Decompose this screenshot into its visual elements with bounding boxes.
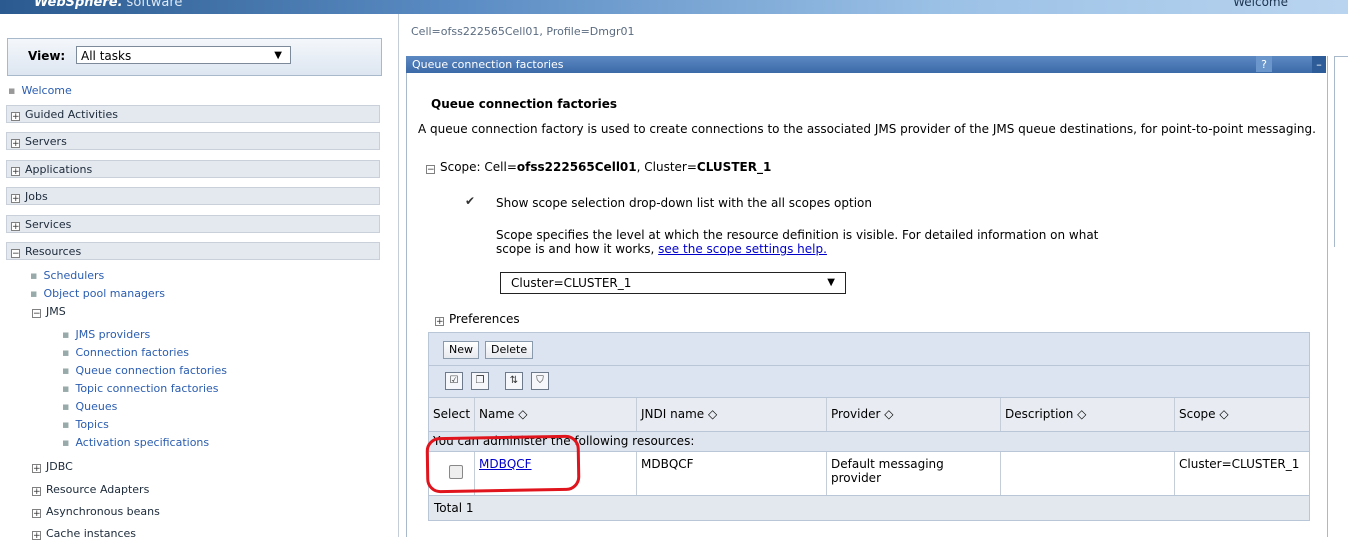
panel-title-bar: Queue connection factories ? – <box>406 56 1326 73</box>
dropdown-arrow-icon: ▼ <box>274 50 282 61</box>
expand-icon: + <box>11 194 20 204</box>
row-description <box>1001 452 1175 495</box>
nav-welcome-link[interactable]: ▪ Welcome <box>8 84 72 97</box>
expand-icon: + <box>32 531 41 541</box>
page-description: A queue connection factory is used to cr… <box>418 122 1316 136</box>
collapse-icon: − <box>426 165 435 175</box>
nav-resources[interactable]: − Resources <box>6 242 380 260</box>
table-total: Total 1 <box>428 496 1310 521</box>
expand-icon: + <box>11 222 20 232</box>
nav-topics[interactable]: ▪ Topics <box>62 418 109 431</box>
scope-select[interactable]: Cluster=CLUSTER_1 ▼ <box>500 272 846 294</box>
nav-services[interactable]: + Services <box>6 215 380 233</box>
scope-help-text: Scope specifies the level at which the r… <box>496 228 1099 256</box>
left-nav: View: All tasks ▼ ▪ Welcome + Guided Activi… <box>0 14 399 541</box>
expand-icon: + <box>11 112 20 122</box>
col-description[interactable]: Description ◇ <box>1001 398 1175 431</box>
page-title: Queue connection factories <box>431 97 617 111</box>
table-icon-bar: ☑ ❐ ⇅ ⛉ <box>428 366 1310 398</box>
scope-help-link[interactable]: see the scope settings help. <box>658 242 827 256</box>
nav-cache-instances[interactable]: + Cache instances <box>28 527 136 541</box>
select-all-icon[interactable]: ☑ <box>445 372 463 390</box>
collapse-icon: − <box>11 249 20 259</box>
nav-topic-connection-factories[interactable]: ▪ Topic connection factories <box>62 382 219 395</box>
resources-table: New Delete ☑ ❐ ⇅ ⛉ Select Name ◇ JNDI na… <box>428 332 1310 521</box>
nav-servers[interactable]: + Servers <box>6 132 380 150</box>
help-icon[interactable]: ? <box>1256 56 1272 72</box>
table-button-bar: New Delete <box>428 332 1310 366</box>
nav-resource-adapters[interactable]: + Resource Adapters <box>28 483 149 497</box>
expand-icon: + <box>32 509 41 519</box>
col-select: Select <box>429 398 475 431</box>
preferences-toggle[interactable]: + Preferences <box>431 312 520 327</box>
row-scope: Cluster=CLUSTER_1 <box>1179 457 1300 471</box>
row-provider: Default messaging provider <box>827 452 1001 495</box>
nav-jms-providers[interactable]: ▪ JMS providers <box>62 328 150 341</box>
expand-icon: + <box>32 464 41 474</box>
table-header: Select Name ◇ JNDI name ◇ Provider ◇ Des… <box>428 398 1310 432</box>
collapse-icon: − <box>32 309 41 319</box>
minimize-icon[interactable]: – <box>1312 56 1326 73</box>
nav-jms[interactable]: − JMS <box>28 305 66 319</box>
nav-jdbc[interactable]: + JDBC <box>28 460 73 474</box>
nav-object-pool-managers[interactable]: ▪ Object pool managers <box>30 287 165 300</box>
top-banner: WebSphere. software Welcome <box>0 0 1348 14</box>
clear-filter-icon[interactable]: ⛉ <box>531 372 549 390</box>
welcome-text: Welcome <box>1233 0 1288 9</box>
view-label: View: <box>28 49 66 63</box>
nav-queue-connection-factories[interactable]: ▪ Queue connection factories <box>62 364 227 377</box>
show-filter-icon[interactable]: ⇅ <box>505 372 523 390</box>
new-button[interactable]: New <box>443 341 479 359</box>
dropdown-arrow-icon: ▼ <box>827 277 835 288</box>
side-panel-edge <box>1334 56 1348 247</box>
scope-line[interactable]: − Scope: Cell=ofss222565Cell01, Cluster=C… <box>422 160 771 175</box>
delete-button[interactable]: Delete <box>485 341 534 359</box>
nav-connection-factories[interactable]: ▪ Connection factories <box>62 346 189 359</box>
show-scope-checkbox[interactable]: ✔ <box>465 194 477 208</box>
col-provider[interactable]: Provider ◇ <box>827 398 1001 431</box>
nav-asynchronous-beans[interactable]: + Asynchronous beans <box>28 505 160 519</box>
view-selector-box: View: All tasks ▼ <box>7 38 382 76</box>
nav-schedulers[interactable]: ▪ Schedulers <box>30 269 104 282</box>
expand-icon: + <box>11 167 20 177</box>
deselect-all-icon[interactable]: ❐ <box>471 372 489 390</box>
nav-guided-activities[interactable]: + Guided Activities <box>6 105 380 123</box>
expand-icon: + <box>11 139 20 149</box>
nav-queues[interactable]: ▪ Queues <box>62 400 117 413</box>
show-scope-label: Show scope selection drop-down list with… <box>496 196 872 210</box>
panel-title: Queue connection factories <box>412 58 564 71</box>
red-highlight-annotation <box>425 434 581 494</box>
nav-jobs[interactable]: + Jobs <box>6 187 380 205</box>
nav-applications[interactable]: + Applications <box>6 160 380 178</box>
expand-icon: + <box>32 487 41 497</box>
expand-icon: + <box>435 317 444 327</box>
nav-activation-specifications[interactable]: ▪ Activation specifications <box>62 436 209 449</box>
col-jndi[interactable]: JNDI name ◇ <box>637 398 827 431</box>
breadcrumb: Cell=ofss222565Cell01, Profile=Dmgr01 <box>411 25 635 38</box>
view-select[interactable]: All tasks ▼ <box>76 46 291 64</box>
col-name[interactable]: Name ◇ <box>475 398 637 431</box>
col-scope[interactable]: Scope ◇ <box>1175 398 1309 431</box>
row-jndi: MDBQCF <box>637 452 827 495</box>
brand-logo: WebSphere. software <box>34 0 183 10</box>
